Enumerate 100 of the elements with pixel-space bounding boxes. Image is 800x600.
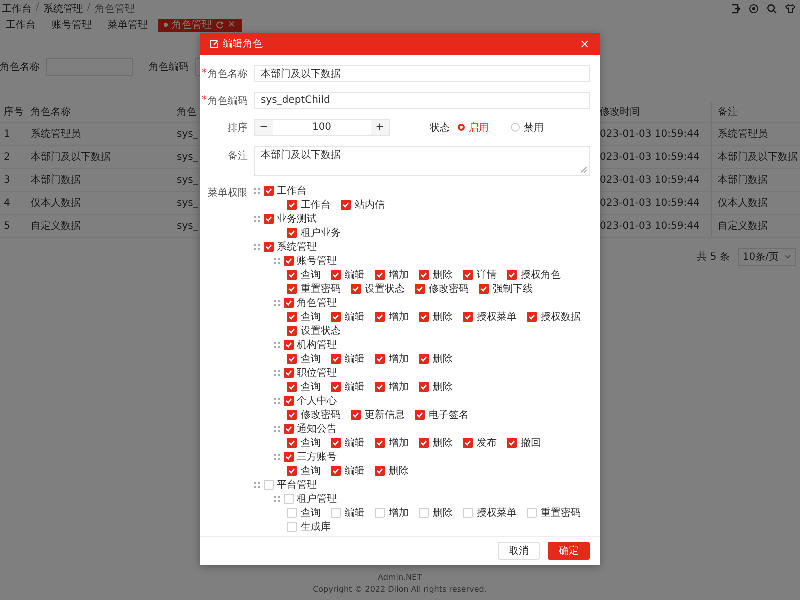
table-cell-text: 本部门及以下数据 (30, 150, 112, 165)
checkbox[interactable] (287, 438, 297, 448)
search-icon[interactable] (767, 4, 777, 14)
refresh-icon[interactable] (216, 21, 224, 29)
grip-icon[interactable] (274, 496, 280, 502)
breadcrumb-link[interactable]: 工作台 (2, 2, 32, 16)
shirt-icon[interactable] (785, 4, 796, 14)
checkbox[interactable] (331, 438, 341, 448)
radio-button[interactable] (458, 124, 465, 131)
checkbox[interactable] (331, 466, 341, 476)
table-cell-text: 2 (3, 150, 12, 164)
checkbox[interactable] (287, 354, 297, 364)
grip-icon[interactable] (254, 216, 260, 222)
page-size-select[interactable]: 10条/页 (738, 248, 796, 266)
checkbox[interactable] (419, 270, 429, 280)
table-cell-text: 本部门及以下数据 (717, 150, 799, 165)
checkbox[interactable] (415, 410, 425, 420)
tab[interactable]: 工作台 (0, 18, 42, 32)
checkbox[interactable] (419, 312, 429, 322)
checkbox[interactable] (507, 438, 517, 448)
checkbox[interactable] (264, 214, 274, 224)
checkbox[interactable] (351, 284, 361, 294)
checkbox[interactable] (507, 270, 517, 280)
checkbox[interactable] (287, 284, 297, 294)
text-area[interactable]: 本部门及以下数据 (254, 146, 590, 176)
grip-icon[interactable] (274, 300, 280, 306)
checkbox[interactable] (463, 312, 473, 322)
checkbox-label: 平台管理 (277, 478, 317, 492)
checkbox[interactable] (415, 284, 425, 294)
tab[interactable]: 账号管理 (46, 18, 98, 32)
grip-icon[interactable] (254, 482, 260, 488)
checkbox-label: 撤回 (521, 436, 541, 450)
checkbox-label: 通知公告 (297, 422, 337, 436)
checkbox[interactable] (287, 326, 297, 336)
checkbox[interactable] (375, 270, 385, 280)
radio-button[interactable] (511, 123, 520, 132)
checkbox[interactable] (264, 242, 274, 252)
checkbox[interactable] (287, 312, 297, 322)
table-cell-text: 5 (3, 220, 12, 234)
checkbox[interactable] (375, 312, 385, 322)
checkbox-label: 详情 (477, 268, 497, 282)
checkbox[interactable] (419, 438, 429, 448)
checkbox[interactable] (375, 382, 385, 392)
checkbox[interactable] (284, 368, 294, 378)
checkbox[interactable] (375, 438, 385, 448)
grip-icon[interactable] (254, 188, 260, 194)
checkbox[interactable] (463, 438, 473, 448)
form-label: 排序 (228, 122, 248, 134)
resize-handle-icon[interactable] (581, 167, 587, 173)
form-label: 角色名称 (208, 68, 248, 80)
close-icon[interactable]: × (228, 20, 236, 30)
checkbox[interactable] (284, 298, 294, 308)
checkbox[interactable] (479, 284, 489, 294)
checkbox[interactable] (375, 354, 385, 364)
table-cell-text: sys_ (176, 150, 200, 164)
checkbox[interactable] (331, 270, 341, 280)
checkbox[interactable] (284, 340, 294, 350)
checkbox[interactable] (264, 186, 274, 196)
checkbox[interactable] (419, 382, 429, 392)
checkbox[interactable] (341, 200, 351, 210)
input-field[interactable]: 本部门及以下数据 (254, 65, 590, 82)
grip-icon[interactable] (274, 454, 280, 460)
input-field[interactable]: sys_deptChild (254, 92, 590, 109)
grip-icon[interactable] (254, 244, 260, 250)
grip-icon[interactable] (274, 426, 280, 432)
checkbox-label: 删除 (389, 465, 409, 478)
checkbox[interactable] (284, 424, 294, 434)
checkbox[interactable] (331, 382, 341, 392)
tab[interactable]: 角色管理 × (158, 18, 242, 32)
checkbox[interactable] (284, 256, 294, 266)
checkbox[interactable] (375, 466, 385, 476)
checkbox[interactable] (527, 312, 537, 322)
field-label: 角色名称 (0, 61, 40, 74)
checkbox[interactable] (287, 270, 297, 280)
checkbox-label: 删除 (433, 311, 453, 324)
checkbox[interactable] (331, 354, 341, 364)
checkbox[interactable] (463, 270, 473, 280)
checkbox[interactable] (284, 452, 294, 462)
checkbox-label: 增加 (389, 352, 409, 366)
exit-arrow-icon[interactable] (731, 4, 741, 14)
cancel-button[interactable]: 取消 (498, 542, 540, 560)
checkbox[interactable] (287, 466, 297, 476)
target-icon[interactable] (749, 4, 759, 14)
grip-icon[interactable] (274, 342, 280, 348)
checkbox[interactable] (419, 354, 429, 364)
checkbox[interactable] (287, 410, 297, 420)
breadcrumb-link[interactable]: 系统管理 (43, 2, 84, 16)
checkbox[interactable] (331, 312, 341, 322)
checkbox[interactable] (284, 396, 294, 406)
checkbox[interactable] (287, 382, 297, 392)
checkbox[interactable] (287, 228, 297, 238)
edit-icon[interactable] (210, 40, 219, 48)
checkbox[interactable] (351, 410, 361, 420)
grip-icon[interactable] (274, 370, 280, 376)
close-icon[interactable]: × (580, 37, 590, 51)
checkbox[interactable] (287, 200, 297, 210)
grip-icon[interactable] (274, 258, 280, 264)
grip-icon[interactable] (274, 398, 280, 404)
tab[interactable]: 菜单管理 (102, 18, 154, 32)
confirm-button[interactable]: 确定 (548, 542, 590, 560)
